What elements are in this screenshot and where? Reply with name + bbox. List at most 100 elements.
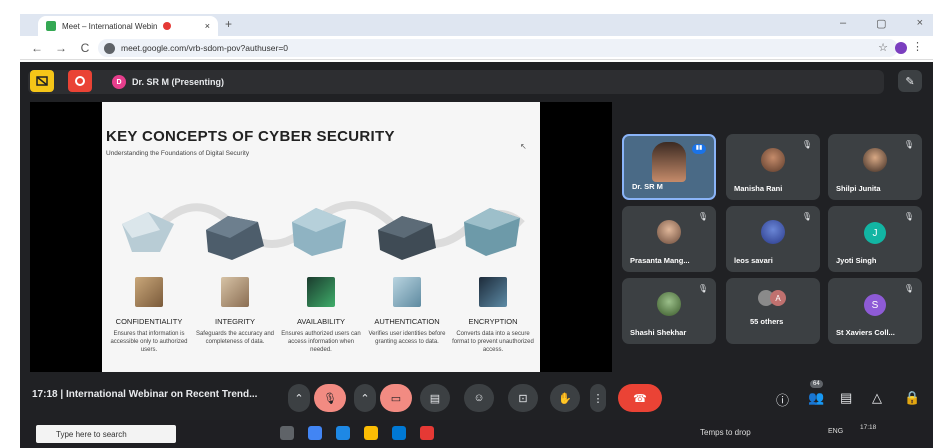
avatar: J xyxy=(864,222,886,244)
chat-icon[interactable]: ▤ xyxy=(840,390,852,406)
browser-tab-meet[interactable]: Meet – International Webin × xyxy=(38,16,218,36)
taskbar-clock[interactable]: 17:18 xyxy=(860,423,876,432)
participant-tile[interactable]: 🎙 Manisha Rani xyxy=(726,134,820,200)
browser-tab-strip: Meet – International Webin × + – ▢ × xyxy=(20,14,933,36)
arrow-shape-2 xyxy=(206,216,264,260)
participant-name: Dr. SR M xyxy=(632,182,663,191)
avatar xyxy=(657,220,681,244)
task-view-icon[interactable] xyxy=(280,426,294,440)
browser-toolbar: ← → C meet.google.com/vrb-sdom-pov?authu… xyxy=(20,36,933,60)
concept-title: AVAILABILITY xyxy=(296,317,346,326)
stop-presenting-icon[interactable] xyxy=(30,70,54,92)
site-info-icon[interactable] xyxy=(104,42,115,54)
forward-button[interactable]: → xyxy=(54,41,68,55)
weather-widget[interactable]: Temps to drop xyxy=(700,428,751,437)
concept-desc: Ensures authorized users can access info… xyxy=(281,331,361,354)
arrow-shape-3 xyxy=(292,208,346,256)
participant-name: St Xaviers Coll... xyxy=(836,328,895,337)
participant-name: Jyoti Singh xyxy=(836,256,877,265)
app-icon[interactable] xyxy=(308,426,322,440)
meet-window: D Dr. SR M (Presenting) ✎ KEY CONCEPTS O… xyxy=(20,62,933,420)
concept-desc: Ensures that information is accessible o… xyxy=(110,331,188,354)
tab-close-icon[interactable]: × xyxy=(205,21,210,31)
concept-title: ENCRYPTION xyxy=(468,317,518,326)
language-indicator[interactable]: ENG xyxy=(828,428,843,435)
concept-integrity: INTEGRITY Safeguards the accuracy and co… xyxy=(192,277,278,346)
os-taskbar: Type here to search Temps to drop ENG 17… xyxy=(20,420,933,448)
participant-tile[interactable]: 🎙 leos savari xyxy=(726,206,820,272)
emoji-button[interactable]: ☺ xyxy=(464,384,494,412)
people-icon[interactable]: 👥 xyxy=(808,390,824,406)
app-icon[interactable] xyxy=(336,426,350,440)
concept-confidentiality: CONFIDENTIALITY Ensures that information… xyxy=(106,277,192,354)
recording-indicator-icon xyxy=(163,22,172,30)
profile-avatar[interactable] xyxy=(895,42,907,54)
mic-off-icon: 🎙 xyxy=(801,212,812,221)
folder-icon[interactable] xyxy=(364,426,378,440)
pen-icon[interactable]: ✎ xyxy=(898,70,922,92)
audio-options-button[interactable]: ⌃ xyxy=(288,384,310,412)
participant-name: Manisha Rani xyxy=(734,184,783,193)
participant-tile[interactable]: 🎙 Prasanta Mang... xyxy=(622,206,716,272)
address-bar[interactable]: meet.google.com/vrb-sdom-pov?authuser=0 xyxy=(98,39,898,57)
participant-tile[interactable]: A 55 others xyxy=(726,278,820,344)
tab-title: Meet – International Webin xyxy=(62,21,158,31)
reload-button[interactable]: C xyxy=(78,41,92,55)
captions-button[interactable]: ▤ xyxy=(420,384,450,412)
meet-control-bar: 17:18 | International Webinar on Recent … xyxy=(20,376,933,420)
app-icon[interactable] xyxy=(392,426,406,440)
participants-count-badge: 64 xyxy=(810,380,823,388)
leave-call-button[interactable]: ☎ xyxy=(618,384,662,412)
raise-hand-button[interactable]: ✋ xyxy=(550,384,580,412)
camera-off-button[interactable]: ▭ xyxy=(380,384,412,412)
participant-tile[interactable]: ▮▮ Dr. SR M xyxy=(622,134,716,200)
concept-title: CONFIDENTIALITY xyxy=(115,317,183,326)
video-options-button[interactable]: ⌃ xyxy=(354,384,376,412)
browser-menu-icon[interactable]: ⋮ xyxy=(912,40,923,53)
recording-button[interactable] xyxy=(68,70,92,92)
meeting-title: International Webinar on Recent Trend... xyxy=(65,389,258,400)
concept-title: INTEGRITY xyxy=(214,317,255,326)
speaking-indicator-icon: ▮▮ xyxy=(692,144,706,154)
bookmark-star-icon[interactable]: ☆ xyxy=(878,41,888,54)
concept-image-confidentiality xyxy=(135,277,163,307)
avatar xyxy=(863,148,887,172)
meeting-info-icon[interactable]: ⓘ xyxy=(776,390,789,409)
more-options-button[interactable]: ⋮ xyxy=(590,384,606,412)
concept-encryption: ENCRYPTION Converts data into a secure f… xyxy=(450,277,536,354)
avatar xyxy=(761,148,785,172)
meeting-details: 17:18 | International Webinar on Recent … xyxy=(32,389,258,400)
concept-availability: AVAILABILITY Ensures authorized users ca… xyxy=(278,277,364,354)
new-tab-button[interactable]: + xyxy=(225,17,232,31)
slide-subtitle: Understanding the Foundations of Digital… xyxy=(106,150,250,157)
concept-desc: Verifies user identities before granting… xyxy=(368,331,446,346)
mic-off-icon: 🎙 xyxy=(697,212,708,221)
search-placeholder: Type here to search xyxy=(56,429,127,439)
back-button[interactable]: ← xyxy=(30,41,44,55)
participant-tile[interactable]: 🎙 Shilpi Junita xyxy=(828,134,922,200)
mic-off-button[interactable]: 🎙 xyxy=(314,384,346,412)
maximize-button[interactable]: ▢ xyxy=(876,17,886,30)
mic-off-icon: 🎙 xyxy=(903,284,914,293)
present-button[interactable]: ⊡ xyxy=(508,384,538,412)
slide-title: KEY CONCEPTS OF CYBER SECURITY xyxy=(106,128,395,145)
meet-favicon-icon xyxy=(46,21,56,31)
window-close-button[interactable]: × xyxy=(917,17,923,30)
concept-image-integrity xyxy=(221,277,249,307)
activities-icon[interactable]: △ xyxy=(872,390,882,406)
participant-tile[interactable]: 🎙 Shashi Shekhar xyxy=(622,278,716,344)
avatar xyxy=(761,220,785,244)
participant-tile[interactable]: J 🎙 Jyoti Singh xyxy=(828,206,922,272)
chrome-icon[interactable] xyxy=(420,426,434,440)
taskbar-search-input[interactable]: Type here to search xyxy=(36,425,176,443)
mic-off-icon: 🎙 xyxy=(697,284,708,293)
participant-video xyxy=(652,142,686,182)
minimize-button[interactable]: – xyxy=(840,17,846,30)
presenter-label: D Dr. SR M (Presenting) xyxy=(112,75,224,89)
participant-name: Shilpi Junita xyxy=(836,184,881,193)
participant-tile[interactable]: S 🎙 St Xaviers Coll... xyxy=(828,278,922,344)
host-controls-icon[interactable]: 🔒 xyxy=(904,390,920,406)
mic-off-icon: 🎙 xyxy=(903,212,914,221)
presentation-stage: KEY CONCEPTS OF CYBER SECURITY Understan… xyxy=(30,102,612,372)
participant-name: 55 others xyxy=(750,317,784,326)
